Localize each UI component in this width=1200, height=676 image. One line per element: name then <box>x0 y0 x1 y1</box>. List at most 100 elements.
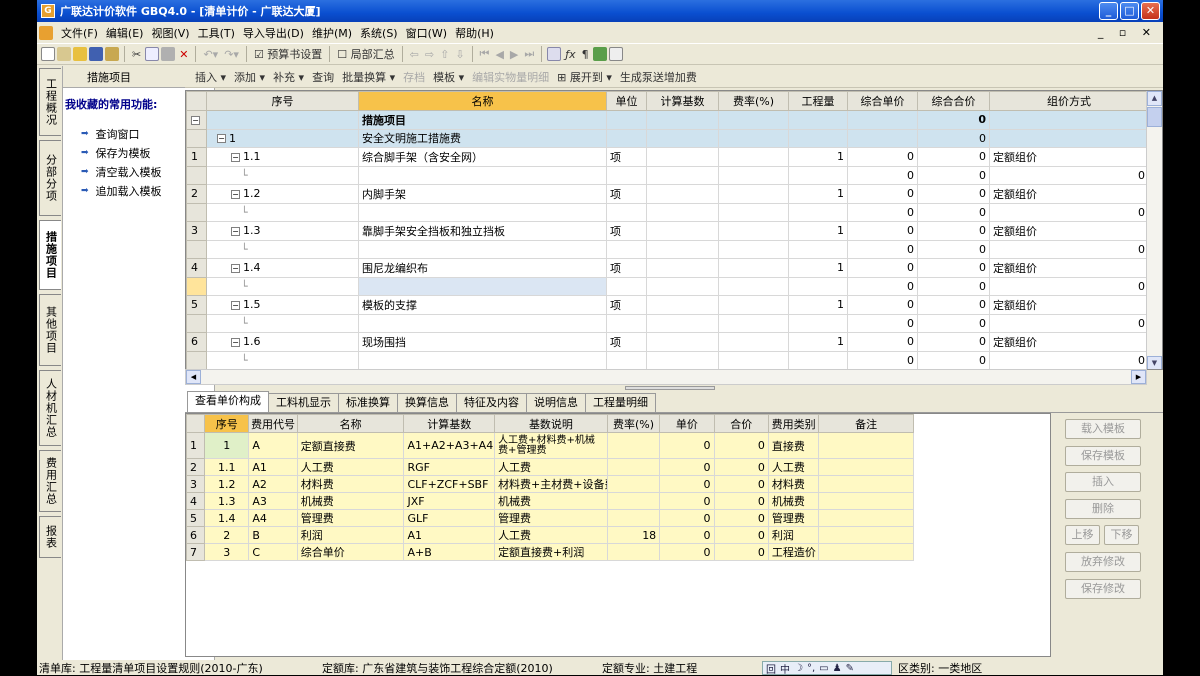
edit-quantity-detail-button[interactable]: 编辑实物量明细 <box>470 69 551 85</box>
paragraph-icon[interactable]: ¶ <box>580 48 591 61</box>
row-code[interactable]: A2 <box>248 475 298 493</box>
move-down-button[interactable]: 下移 <box>1104 525 1139 546</box>
scroll-left-icon[interactable]: ◀ <box>186 370 201 384</box>
row-quantity[interactable]: 1 <box>788 258 848 278</box>
table-row[interactable]: 1 1 A 定额直接费 A1+A2+A3+A4 人工费+材料费+机械费+管理费 … <box>185 432 914 459</box>
table-row[interactable]: 3 −1.3 靠脚手架安全挡板和独立挡板 项 1 0 0 定额组价 <box>186 221 1149 241</box>
move-left-icon[interactable]: ⇦ <box>408 48 421 61</box>
table-row-group[interactable]: −1 安全文明施工措施费 0 <box>186 128 1149 148</box>
row-code[interactable]: A3 <box>248 492 298 510</box>
collapse-icon[interactable]: − <box>231 263 240 273</box>
tab-other-items[interactable]: 其他项目 <box>39 294 61 366</box>
ime-toolbar[interactable]: 回中 ☽ °, ▭ ♟ ✎ <box>762 661 892 676</box>
col-name[interactable]: 名称 <box>296 414 405 433</box>
row-base[interactable]: GLF <box>403 509 496 527</box>
row-category[interactable]: 管理费 <box>767 509 820 527</box>
col-calc-base[interactable]: 计算基数 <box>403 414 496 433</box>
row-base[interactable]: JXF <box>403 492 496 510</box>
discard-changes-button[interactable]: 放弃修改 <box>1065 551 1141 572</box>
collapse-icon[interactable]: − <box>191 115 200 125</box>
row-rate[interactable] <box>606 492 661 510</box>
tab-measure-items[interactable]: 措施项目 <box>39 220 61 290</box>
row-base[interactable]: RGF <box>403 458 496 476</box>
collapse-icon[interactable]: − <box>231 300 240 310</box>
col-cost-category[interactable]: 费用类别 <box>767 414 820 433</box>
prev-record-icon[interactable]: ◀ <box>493 48 505 61</box>
scroll-thumb[interactable] <box>1147 107 1162 127</box>
move-down-icon[interactable]: ⇩ <box>453 48 466 61</box>
menu-system[interactable]: 系统(S) <box>356 25 402 41</box>
row-seq[interactable]: 1.3 <box>204 492 250 510</box>
row-unit[interactable]: 项 <box>606 332 647 352</box>
paste-icon[interactable] <box>161 47 176 61</box>
row-code[interactable]: A1 <box>248 458 298 476</box>
col-base-desc[interactable]: 基数说明 <box>494 414 608 433</box>
row-seq[interactable]: 1.1 <box>204 458 250 476</box>
col-pricing-method[interactable]: 组价方式 <box>989 91 1149 111</box>
row-name[interactable]: 综合脚手架（含安全网） <box>358 147 607 167</box>
menu-import-export[interactable]: 导入导出(D) <box>239 25 308 41</box>
row-seq[interactable]: 1.2 <box>204 475 250 493</box>
template-button[interactable]: 模板 ▾ <box>431 69 466 85</box>
table-subrow[interactable]: └ 0 0 0 <box>186 313 1149 333</box>
tab-reports[interactable]: 报表 <box>39 516 61 558</box>
row-method[interactable]: 定额组价 <box>989 184 1149 204</box>
row-unit[interactable]: 项 <box>606 184 647 204</box>
table-row[interactable]: 4 1.3 A3 机械费 JXF 机械费 0 0 机械费 <box>185 492 914 510</box>
new-file-icon[interactable] <box>41 47 55 61</box>
ime-keyboard-icon[interactable]: ▭ <box>819 663 828 674</box>
row-method[interactable]: 定额组价 <box>989 332 1149 352</box>
row-quantity[interactable]: 1 <box>788 184 848 204</box>
generate-pump-fee-button[interactable]: 生成泵送增加费 <box>618 69 699 85</box>
calculator-icon[interactable] <box>547 47 562 61</box>
save-changes-button[interactable]: 保存修改 <box>1065 578 1141 599</box>
row-seq[interactable]: 1.4 <box>204 509 250 527</box>
row-base[interactable]: CLF+ZCF+SBF <box>403 475 496 493</box>
col-seq[interactable]: 序号 <box>204 414 250 433</box>
collapse-icon[interactable]: − <box>231 189 240 199</box>
tab-features-content[interactable]: 特征及内容 <box>456 393 527 412</box>
move-up-icon[interactable]: ⇧ <box>438 48 451 61</box>
row-category[interactable]: 直接费 <box>767 432 820 459</box>
subrow-quantity[interactable]: 0 <box>847 165 918 185</box>
col-remark[interactable]: 备注 <box>818 414 914 433</box>
table-row[interactable]: 3 1.2 A2 材料费 CLF+ZCF+SBF 材料费+主材费+设备费 0 0… <box>185 475 914 493</box>
subrow-quantity[interactable]: 0 <box>847 239 918 259</box>
menu-help[interactable]: 帮助(H) <box>451 25 498 41</box>
vertical-scrollbar[interactable]: ▲ ▼ <box>1146 91 1162 369</box>
col-calc-base[interactable]: 计算基数 <box>646 91 719 111</box>
ime-moon-icon[interactable]: ☽ <box>794 663 803 674</box>
row-rate[interactable] <box>606 458 661 476</box>
ime-user-icon[interactable]: ♟ <box>833 663 842 674</box>
tab-unit-price-composition[interactable]: 查看单价构成 <box>187 391 269 412</box>
row-code[interactable]: A4 <box>248 509 298 527</box>
row-method[interactable]: 定额组价 <box>989 295 1149 315</box>
delete-row-button[interactable]: 删除 <box>1065 498 1141 519</box>
undo-icon[interactable]: ↶▾ <box>201 48 220 61</box>
col-rate[interactable]: 费率(%) <box>606 414 661 433</box>
table-subrow[interactable]: └ 0 0 0 <box>186 350 1149 369</box>
collapse-icon[interactable]: − <box>217 134 226 144</box>
menu-tools[interactable]: 工具(T) <box>194 25 239 41</box>
mdi-controls[interactable]: _ ▫ ✕ <box>1098 26 1157 39</box>
collapse-icon[interactable]: − <box>231 152 240 162</box>
grid-icon[interactable] <box>608 47 623 61</box>
row-seq[interactable]: 1 <box>204 432 250 459</box>
table-subrow[interactable]: └ 0 0 0 <box>186 202 1149 222</box>
col-total[interactable]: 合价 <box>713 414 769 433</box>
budget-settings-button[interactable]: ☑ 预算书设置 <box>252 46 324 62</box>
row-name[interactable]: 模板的支撑 <box>358 295 607 315</box>
subrow-quantity[interactable]: 0 <box>847 202 918 222</box>
col-seq[interactable]: 序号 <box>206 91 359 111</box>
menu-window[interactable]: 窗口(W) <box>402 25 451 41</box>
row-rate[interactable] <box>606 543 661 561</box>
open-folder-icon[interactable] <box>73 47 87 61</box>
partial-summary-toggle[interactable]: ☐ 局部汇总 <box>335 46 396 62</box>
row-name[interactable]: 围尼龙编织布 <box>358 258 607 278</box>
row-method[interactable]: 定额组价 <box>989 258 1149 278</box>
first-record-icon[interactable]: ⏮ <box>478 47 492 61</box>
menu-edit[interactable]: 编辑(E) <box>102 25 148 41</box>
table-row[interactable]: 2 −1.2 内脚手架 项 1 0 0 定额组价 <box>186 184 1149 204</box>
splitter-handle[interactable] <box>625 386 715 390</box>
tab-labor-material-display[interactable]: 工料机显示 <box>268 393 339 412</box>
